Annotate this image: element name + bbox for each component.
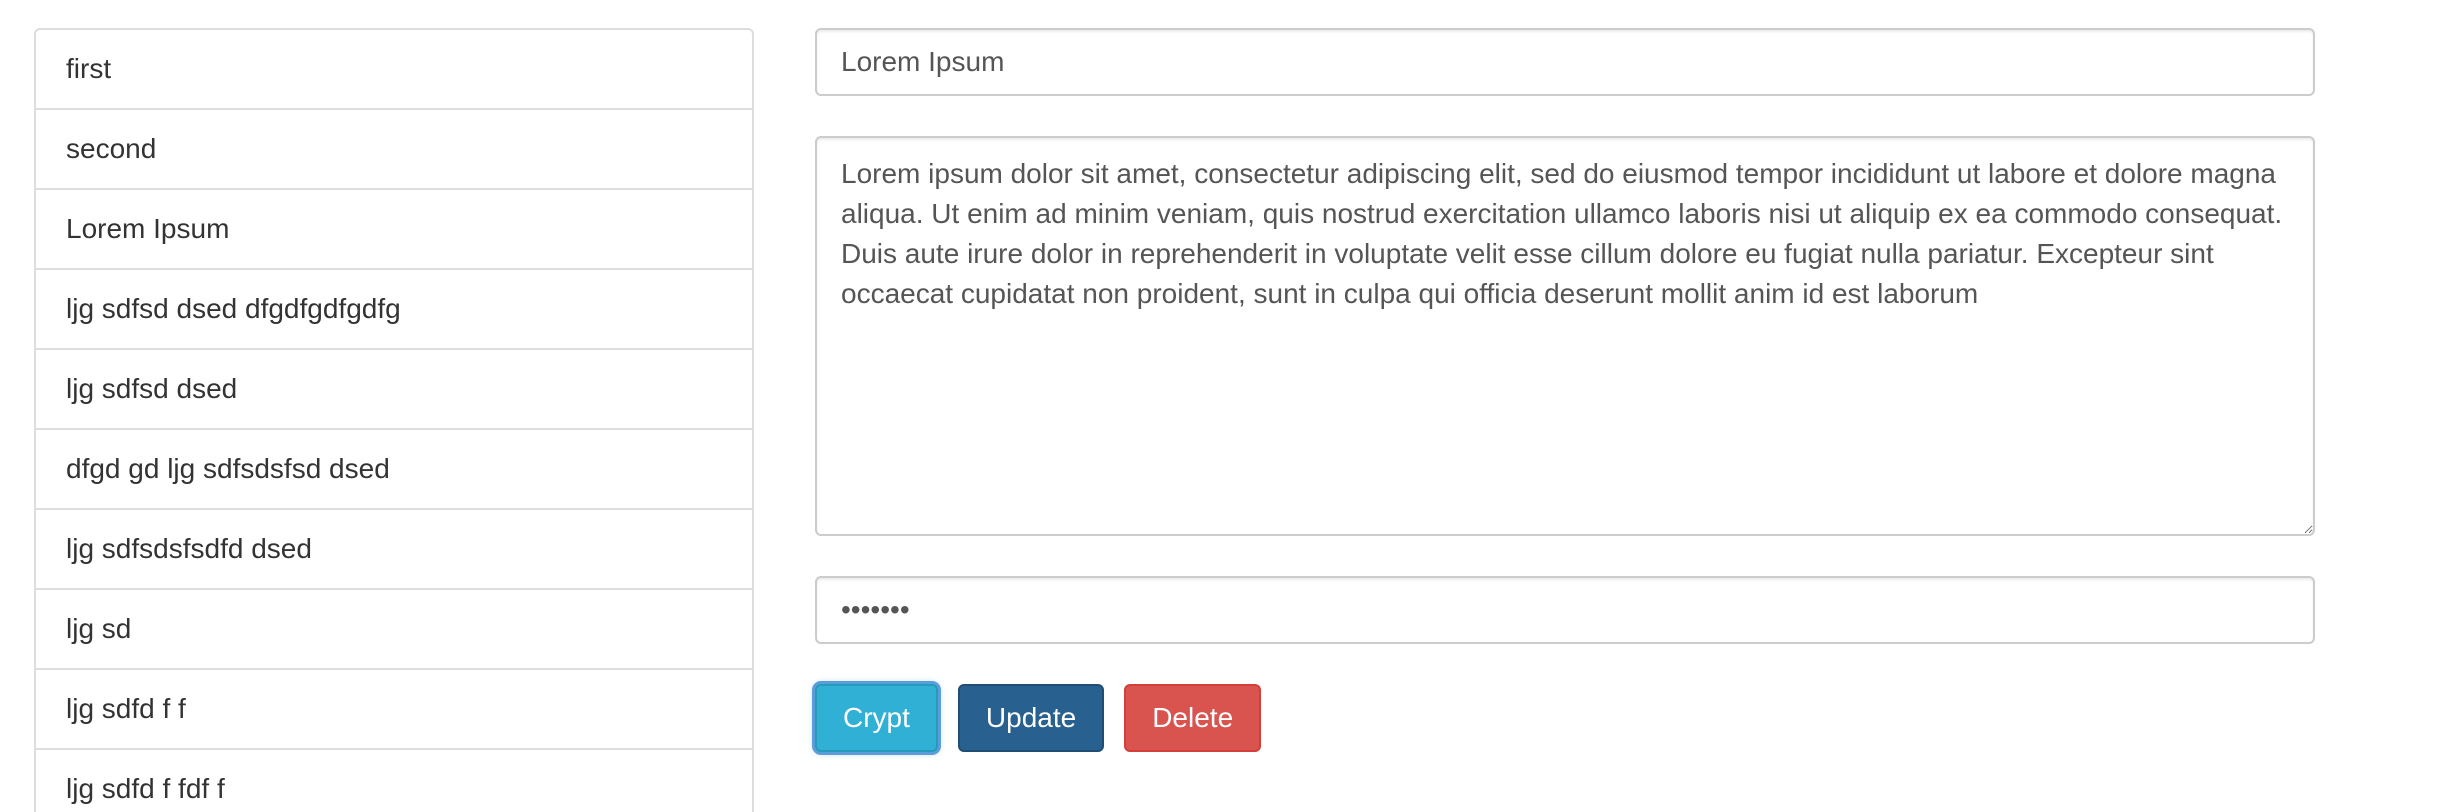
crypt-button[interactable]: Crypt: [815, 684, 938, 752]
delete-button[interactable]: Delete: [1124, 684, 1262, 752]
list-item[interactable]: ljg sdfsd dsed: [34, 348, 754, 430]
update-button[interactable]: Update: [957, 684, 1105, 752]
note-list: first second Lorem Ipsum ljg sdfsd dsed …: [34, 28, 754, 812]
title-input[interactable]: [815, 28, 2315, 96]
list-item[interactable]: ljg sdfsdsfsdfd dsed: [34, 508, 754, 590]
list-item[interactable]: second: [34, 108, 754, 190]
list-item[interactable]: ljg sdfd f fdf f: [34, 748, 754, 812]
note-form: Lorem ipsum dolor sit amet, consectetur …: [815, 28, 2315, 752]
password-input[interactable]: [815, 576, 2315, 644]
list-item[interactable]: Lorem Ipsum: [34, 188, 754, 270]
page: first second Lorem Ipsum ljg sdfsd dsed …: [0, 0, 2456, 812]
list-item[interactable]: dfgd gd ljg sdfsdsfsd dsed: [34, 428, 754, 510]
list-item[interactable]: ljg sd: [34, 588, 754, 670]
list-item[interactable]: ljg sdfd f f: [34, 668, 754, 750]
list-item[interactable]: ljg sdfsd dsed dfgdfgdfgdfg: [34, 268, 754, 350]
list-item[interactable]: first: [34, 28, 754, 110]
body-textarea[interactable]: Lorem ipsum dolor sit amet, consectetur …: [815, 136, 2315, 536]
action-buttons: Crypt Update Delete: [815, 684, 2315, 752]
